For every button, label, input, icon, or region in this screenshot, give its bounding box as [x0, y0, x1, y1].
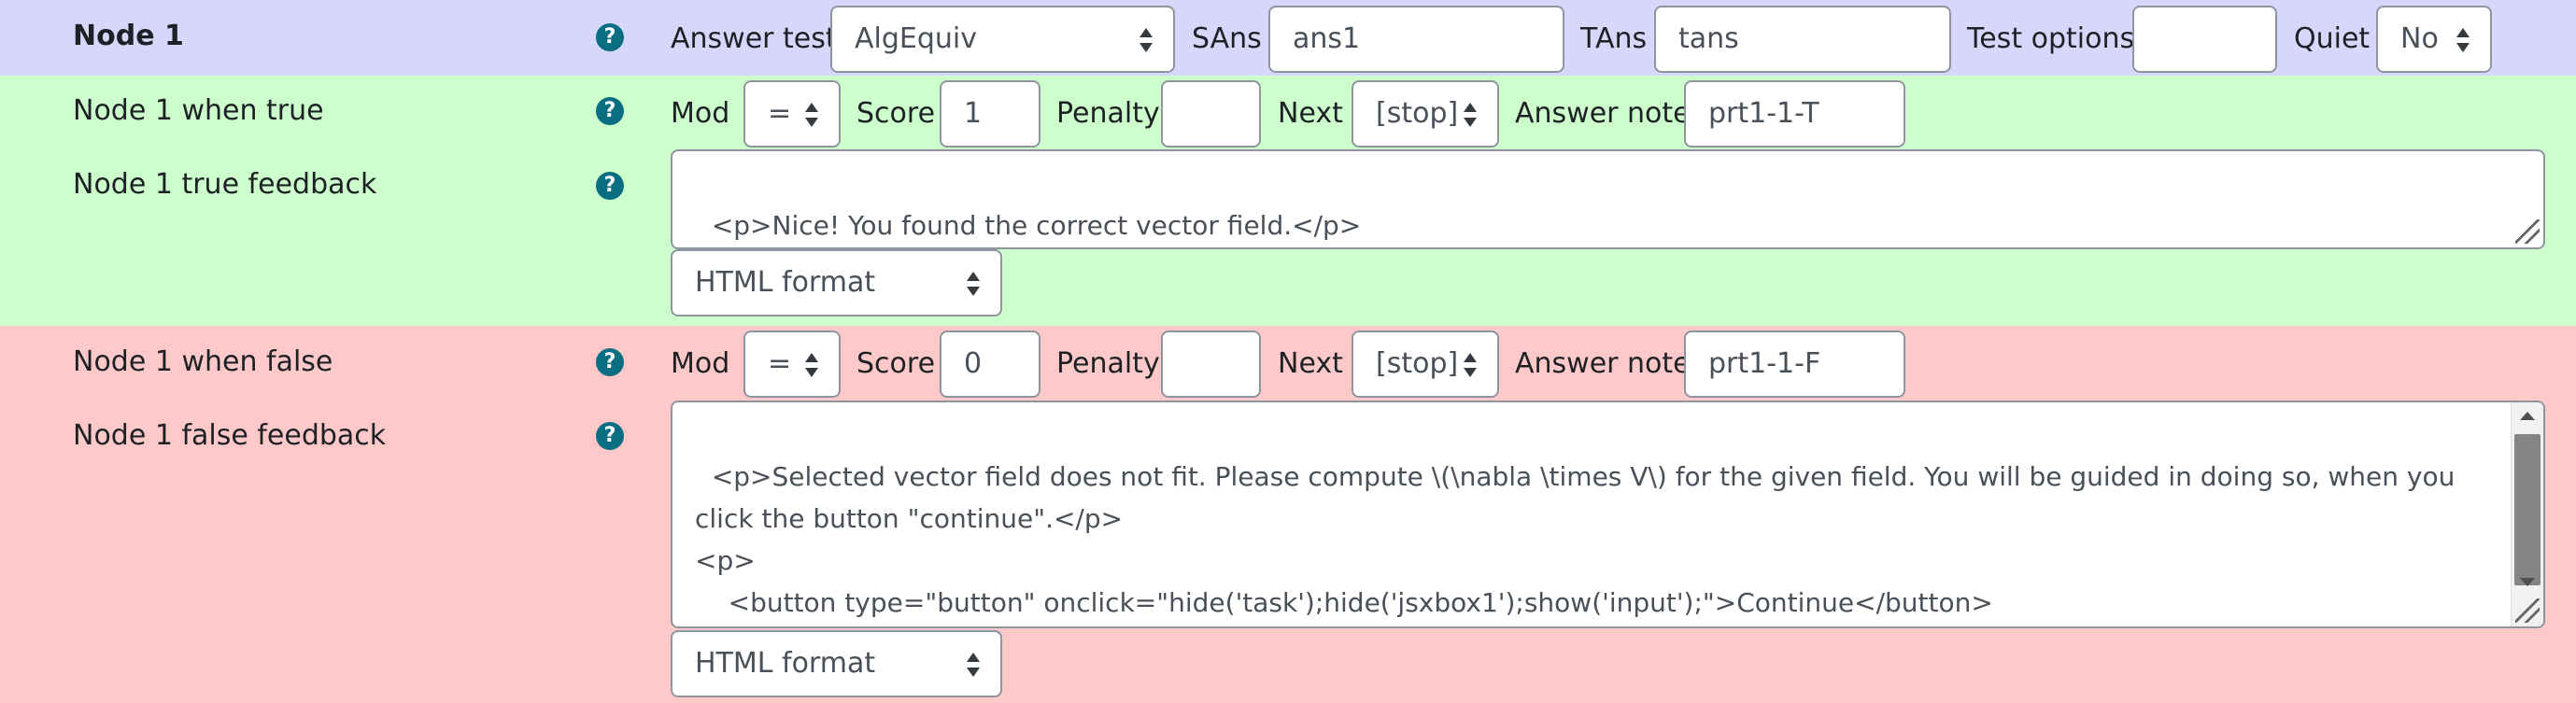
quiet-select[interactable]: No	[2376, 6, 2492, 73]
true-feedback-label: Node 1 true feedback	[73, 168, 377, 201]
false-format-value: HTML format	[695, 647, 876, 680]
false-mod-value: =	[768, 347, 792, 380]
answer-test-value: AlgEquiv	[855, 22, 978, 55]
true-next-label: Next	[1278, 97, 1343, 130]
false-branch-label: Node 1 when false	[73, 345, 333, 378]
feedback-scrollbar[interactable]	[2511, 402, 2543, 626]
false-feedback-textarea[interactable]: <p>Selected vector field does not fit. P…	[671, 401, 2545, 628]
true-penalty-label: Penalty	[1056, 97, 1160, 130]
true-mod-label: Mod	[671, 97, 730, 130]
true-next-select[interactable]: [stop]	[1352, 80, 1499, 148]
true-next-value: [stop]	[1376, 97, 1459, 130]
sort-caret-icon	[967, 272, 980, 296]
true-mod-select[interactable]: =	[743, 80, 841, 148]
sort-caret-icon	[967, 653, 980, 677]
false-feedback-label: Node 1 false feedback	[73, 419, 387, 452]
false-next-value: [stop]	[1376, 347, 1459, 380]
false-next-select[interactable]: [stop]	[1352, 330, 1499, 398]
question-circle-icon[interactable]: ?	[596, 172, 624, 200]
false-penalty-label: Penalty	[1056, 347, 1160, 380]
question-circle-icon[interactable]: ?	[596, 97, 624, 125]
true-penalty-input[interactable]	[1161, 80, 1261, 148]
true-mod-value: =	[768, 97, 792, 130]
true-branch-label: Node 1 when true	[73, 94, 324, 127]
scroll-thumb[interactable]	[2514, 434, 2541, 585]
true-feedback-text: <p>Nice! You found the correct vector fi…	[711, 210, 1362, 241]
tans-input[interactable]: tans	[1654, 6, 1951, 73]
true-score-input[interactable]: 1	[940, 80, 1040, 148]
false-mod-select[interactable]: =	[743, 330, 841, 398]
false-answer-note-input[interactable]: prt1-1-F	[1684, 330, 1905, 398]
false-format-select[interactable]: HTML format	[671, 630, 1002, 697]
question-circle-icon[interactable]: ?	[596, 23, 624, 51]
sort-caret-icon	[1464, 353, 1477, 377]
false-penalty-input[interactable]	[1161, 330, 1261, 398]
scroll-up-icon[interactable]	[2520, 410, 2535, 423]
false-score-label: Score	[856, 347, 936, 380]
node-title: Node 1	[73, 20, 184, 52]
sans-label: SAns	[1192, 22, 1262, 55]
test-options-label: Test options	[1967, 22, 2135, 55]
question-circle-icon[interactable]: ?	[596, 348, 624, 376]
true-feedback-textarea[interactable]: <p>Nice! You found the correct vector fi…	[671, 149, 2545, 249]
answer-test-label: Answer test	[671, 22, 837, 55]
scroll-down-icon[interactable]	[2520, 576, 2535, 589]
question-circle-icon[interactable]: ?	[596, 422, 624, 450]
sort-caret-icon	[805, 103, 818, 127]
quiet-value: No	[2400, 22, 2439, 55]
quiet-label: Quiet	[2294, 22, 2371, 55]
sort-caret-icon	[1464, 103, 1477, 127]
sans-input[interactable]: ans1	[1268, 6, 1564, 73]
false-answer-note-label: Answer note	[1515, 347, 1691, 380]
false-score-input[interactable]: 0	[940, 330, 1040, 398]
false-mod-label: Mod	[671, 347, 730, 380]
answer-test-select[interactable]: AlgEquiv	[830, 6, 1175, 73]
true-answer-note-input[interactable]: prt1-1-T	[1684, 80, 1905, 148]
false-next-label: Next	[1278, 347, 1343, 380]
sort-caret-icon	[1139, 28, 1153, 52]
true-answer-note-label: Answer note	[1515, 97, 1691, 130]
true-score-label: Score	[856, 97, 936, 130]
false-feedback-text: <p>Selected vector field does not fit. P…	[695, 461, 2456, 618]
sort-caret-icon	[805, 353, 818, 377]
sort-caret-icon	[2456, 28, 2470, 52]
resize-handle-icon[interactable]	[2515, 219, 2540, 244]
tans-label: TAns	[1580, 22, 1648, 55]
resize-handle-icon[interactable]	[2515, 598, 2540, 623]
true-format-value: HTML format	[695, 266, 876, 299]
test-options-input[interactable]	[2132, 6, 2277, 73]
true-format-select[interactable]: HTML format	[671, 249, 1002, 316]
